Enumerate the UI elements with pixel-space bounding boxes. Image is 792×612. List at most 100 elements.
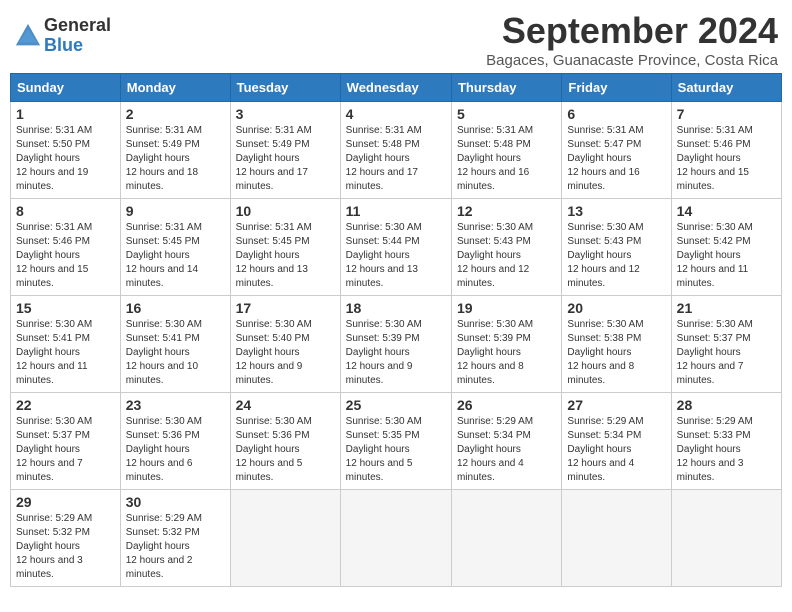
calendar-cell: [451, 490, 561, 587]
calendar-cell: 12 Sunrise: 5:30 AMSunset: 5:43 PMDayligh…: [451, 199, 561, 296]
day-number: 30: [126, 494, 225, 510]
day-number: 5: [457, 106, 556, 122]
calendar-cell: [562, 490, 671, 587]
day-number: 16: [126, 300, 225, 316]
day-number: 24: [236, 397, 335, 413]
col-friday: Friday: [562, 74, 671, 102]
calendar-cell: 25 Sunrise: 5:30 AMSunset: 5:35 PMDayligh…: [340, 393, 451, 490]
calendar-cell: 30Sunrise: 5:29 AMSunset: 5:32 PMDayligh…: [120, 490, 230, 587]
day-info: Sunrise: 5:30 AMSunset: 5:37 PMDaylight …: [677, 318, 776, 388]
calendar-header-row: Sunday Monday Tuesday Wednesday Thursday…: [11, 74, 782, 102]
day-number: 23: [126, 397, 225, 413]
week-row-3: 15 Sunrise: 5:30 AMSunset: 5:41 PMDayligh…: [11, 296, 782, 393]
col-wednesday: Wednesday: [340, 74, 451, 102]
day-number: 11: [346, 203, 446, 219]
day-number: 28: [677, 397, 776, 413]
col-tuesday: Tuesday: [230, 74, 340, 102]
calendar-cell: 14 Sunrise: 5:30 AMSunset: 5:42 PMDayligh…: [671, 199, 781, 296]
logo-icon: [14, 22, 42, 50]
calendar-cell: 7 Sunrise: 5:31 AMSunset: 5:46 PMDaylight…: [671, 102, 781, 199]
day-number: 25: [346, 397, 446, 413]
day-info: Sunrise: 5:31 AMSunset: 5:47 PMDaylight …: [567, 124, 665, 194]
day-number: 1: [16, 106, 115, 122]
calendar-cell: 19 Sunrise: 5:30 AMSunset: 5:39 PMDayligh…: [451, 296, 561, 393]
calendar-cell: [340, 490, 451, 587]
page-header: General Blue September 2024 Bagaces, Gua…: [10, 10, 782, 69]
calendar-cell: 2Sunrise: 5:31 AMSunset: 5:49 PMDaylight…: [120, 102, 230, 199]
day-info: Sunrise: 5:30 AMSunset: 5:35 PMDaylight …: [346, 415, 446, 485]
calendar-cell: 5 Sunrise: 5:31 AMSunset: 5:48 PMDaylight…: [451, 102, 561, 199]
day-info: Sunrise: 5:30 AMSunset: 5:38 PMDaylight …: [567, 318, 665, 388]
day-number: 14: [677, 203, 776, 219]
day-number: 13: [567, 203, 665, 219]
calendar-cell: 15 Sunrise: 5:30 AMSunset: 5:41 PMDayligh…: [11, 296, 121, 393]
calendar-cell: 3Sunrise: 5:31 AMSunset: 5:49 PMDaylight…: [230, 102, 340, 199]
calendar-cell: 4 Sunrise: 5:31 AMSunset: 5:48 PMDaylight…: [340, 102, 451, 199]
day-info: Sunrise: 5:31 AMSunset: 5:48 PMDaylight …: [457, 124, 556, 194]
calendar-cell: 22Sunrise: 5:30 AMSunset: 5:37 PMDayligh…: [11, 393, 121, 490]
calendar-cell: 20 Sunrise: 5:30 AMSunset: 5:38 PMDayligh…: [562, 296, 671, 393]
title-block: September 2024 Bagaces, Guanacaste Provi…: [486, 10, 778, 69]
day-info: Sunrise: 5:29 AMSunset: 5:33 PMDaylight …: [677, 415, 776, 485]
calendar-cell: 13 Sunrise: 5:30 AMSunset: 5:43 PMDayligh…: [562, 199, 671, 296]
calendar-cell: 8Sunrise: 5:31 AMSunset: 5:46 PMDaylight…: [11, 199, 121, 296]
month-title: September 2024: [486, 10, 778, 52]
day-number: 27: [567, 397, 665, 413]
day-number: 7: [677, 106, 776, 122]
day-number: 20: [567, 300, 665, 316]
logo-blue: Blue: [44, 36, 111, 56]
calendar-cell: 27 Sunrise: 5:29 AMSunset: 5:34 PMDayligh…: [562, 393, 671, 490]
week-row-5: 29 Sunrise: 5:29 AMSunset: 5:32 PMDayligh…: [11, 490, 782, 587]
day-info: Sunrise: 5:29 AMSunset: 5:34 PMDaylight …: [457, 415, 556, 485]
day-info: Sunrise: 5:30 AMSunset: 5:39 PMDaylight …: [457, 318, 556, 388]
calendar-cell: 28 Sunrise: 5:29 AMSunset: 5:33 PMDayligh…: [671, 393, 781, 490]
day-info: Sunrise: 5:31 AMSunset: 5:50 PMDaylight …: [16, 124, 115, 194]
col-saturday: Saturday: [671, 74, 781, 102]
day-info: Sunrise: 5:30 AMSunset: 5:41 PMDaylight …: [126, 318, 225, 388]
day-number: 15: [16, 300, 115, 316]
day-number: 3: [236, 106, 335, 122]
day-number: 10: [236, 203, 335, 219]
calendar-cell: 24Sunrise: 5:30 AMSunset: 5:36 PMDayligh…: [230, 393, 340, 490]
calendar-cell: [671, 490, 781, 587]
day-number: 22: [16, 397, 115, 413]
calendar-cell: 11Sunrise: 5:30 AMSunset: 5:44 PMDayligh…: [340, 199, 451, 296]
location-subtitle: Bagaces, Guanacaste Province, Costa Rica: [486, 52, 778, 69]
calendar-cell: 6 Sunrise: 5:31 AMSunset: 5:47 PMDaylight…: [562, 102, 671, 199]
logo-general: General: [44, 16, 111, 36]
day-info: Sunrise: 5:29 AMSunset: 5:32 PMDaylight …: [16, 512, 115, 582]
day-info: Sunrise: 5:31 AMSunset: 5:48 PMDaylight …: [346, 124, 446, 194]
day-number: 19: [457, 300, 556, 316]
week-row-1: 1 Sunrise: 5:31 AMSunset: 5:50 PMDaylight…: [11, 102, 782, 199]
day-number: 29: [16, 494, 115, 510]
day-info: Sunrise: 5:30 AMSunset: 5:43 PMDaylight …: [567, 221, 665, 291]
day-number: 4: [346, 106, 446, 122]
day-info: Sunrise: 5:31 AMSunset: 5:46 PMDaylight …: [677, 124, 776, 194]
day-number: 17: [236, 300, 335, 316]
calendar-cell: 21Sunrise: 5:30 AMSunset: 5:37 PMDayligh…: [671, 296, 781, 393]
calendar-cell: 1 Sunrise: 5:31 AMSunset: 5:50 PMDaylight…: [11, 102, 121, 199]
logo-text: General Blue: [44, 16, 111, 56]
col-thursday: Thursday: [451, 74, 561, 102]
day-info: Sunrise: 5:30 AMSunset: 5:41 PMDaylight …: [16, 318, 115, 388]
day-info: Sunrise: 5:31 AMSunset: 5:45 PMDaylight …: [236, 221, 335, 291]
calendar-table: Sunday Monday Tuesday Wednesday Thursday…: [10, 73, 782, 587]
day-info: Sunrise: 5:30 AMSunset: 5:36 PMDaylight …: [126, 415, 225, 485]
day-info: Sunrise: 5:30 AMSunset: 5:40 PMDaylight …: [236, 318, 335, 388]
day-number: 6: [567, 106, 665, 122]
calendar-cell: 10 Sunrise: 5:31 AMSunset: 5:45 PMDayligh…: [230, 199, 340, 296]
day-info: Sunrise: 5:29 AMSunset: 5:34 PMDaylight …: [567, 415, 665, 485]
day-number: 18: [346, 300, 446, 316]
day-info: Sunrise: 5:30 AMSunset: 5:39 PMDaylight …: [346, 318, 446, 388]
week-row-4: 22Sunrise: 5:30 AMSunset: 5:37 PMDayligh…: [11, 393, 782, 490]
day-number: 9: [126, 203, 225, 219]
calendar-cell: 16 Sunrise: 5:30 AMSunset: 5:41 PMDayligh…: [120, 296, 230, 393]
calendar-cell: 23 Sunrise: 5:30 AMSunset: 5:36 PMDayligh…: [120, 393, 230, 490]
day-info: Sunrise: 5:30 AMSunset: 5:42 PMDaylight …: [677, 221, 776, 291]
calendar-cell: 17 Sunrise: 5:30 AMSunset: 5:40 PMDayligh…: [230, 296, 340, 393]
calendar-cell: 26Sunrise: 5:29 AMSunset: 5:34 PMDayligh…: [451, 393, 561, 490]
day-info: Sunrise: 5:30 AMSunset: 5:43 PMDaylight …: [457, 221, 556, 291]
calendar-cell: 9Sunrise: 5:31 AMSunset: 5:45 PMDaylight…: [120, 199, 230, 296]
calendar-body: 1 Sunrise: 5:31 AMSunset: 5:50 PMDaylight…: [11, 102, 782, 587]
day-number: 12: [457, 203, 556, 219]
